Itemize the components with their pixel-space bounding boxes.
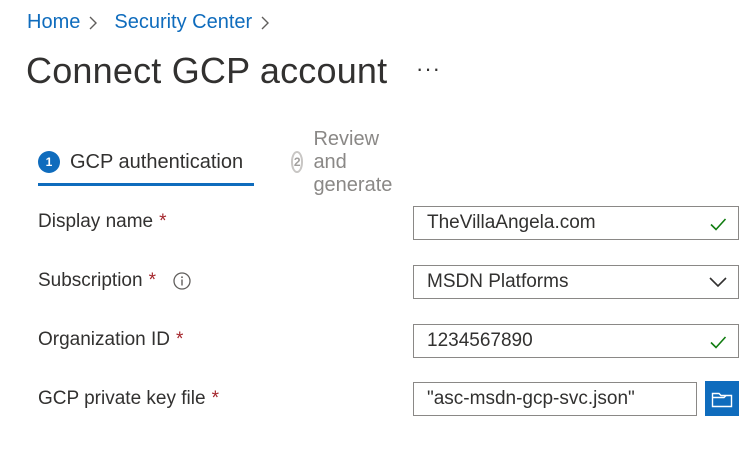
display-name-label-row: Display name * xyxy=(38,211,167,233)
organization-id-label: Organization ID xyxy=(38,329,171,350)
tab-gcp-authentication[interactable]: 1 GCP authentication xyxy=(38,146,243,178)
active-tab-indicator xyxy=(38,183,254,186)
breadcrumb: Home Security Center xyxy=(27,11,286,34)
subscription-value: MSDN Platforms xyxy=(427,271,569,292)
display-name-value: TheVillaAngela.com xyxy=(427,212,596,233)
subscription-label: Subscription xyxy=(38,270,143,291)
breadcrumb-home-link[interactable]: Home xyxy=(27,11,80,34)
private-key-label: GCP private key file xyxy=(38,388,206,409)
organization-id-field[interactable]: 1234567890 xyxy=(413,324,739,358)
chevron-right-icon xyxy=(88,15,106,31)
organization-id-label-row: Organization ID * xyxy=(38,329,183,351)
chevron-right-icon xyxy=(260,15,278,31)
tab-label: Review and generate xyxy=(313,127,393,196)
info-icon[interactable] xyxy=(172,271,192,291)
folder-icon xyxy=(711,390,733,408)
organization-id-value: 1234567890 xyxy=(427,330,533,351)
private-key-label-row: GCP private key file * xyxy=(38,388,219,410)
display-name-label: Display name xyxy=(38,211,154,232)
subscription-dropdown[interactable]: MSDN Platforms xyxy=(413,265,739,299)
subscription-label-row: Subscription * xyxy=(38,270,192,292)
step-number-2: 2 xyxy=(291,151,304,173)
more-options-button[interactable]: ··· xyxy=(416,56,441,82)
wizard-tabs: 1 GCP authentication 2 Review and genera… xyxy=(38,128,392,196)
check-icon xyxy=(708,214,728,234)
page-title: Connect GCP account xyxy=(26,50,388,91)
tab-label: GCP authentication xyxy=(70,150,244,173)
breadcrumb-security-center-link[interactable]: Security Center xyxy=(114,11,252,34)
required-marker: * xyxy=(211,388,219,409)
private-key-value: "asc-msdn-gcp-svc.json" xyxy=(427,388,635,409)
step-number-1: 1 xyxy=(38,151,60,173)
required-marker: * xyxy=(176,329,184,350)
browse-file-button[interactable] xyxy=(705,381,739,416)
chevron-down-icon xyxy=(708,274,728,290)
check-icon xyxy=(708,332,728,352)
tab-review-and-generate[interactable]: 2 Review and generate xyxy=(291,128,402,196)
required-marker: * xyxy=(148,270,156,291)
private-key-file-field[interactable]: "asc-msdn-gcp-svc.json" xyxy=(413,382,697,416)
required-marker: * xyxy=(159,211,167,232)
display-name-field[interactable]: TheVillaAngela.com xyxy=(413,206,739,240)
